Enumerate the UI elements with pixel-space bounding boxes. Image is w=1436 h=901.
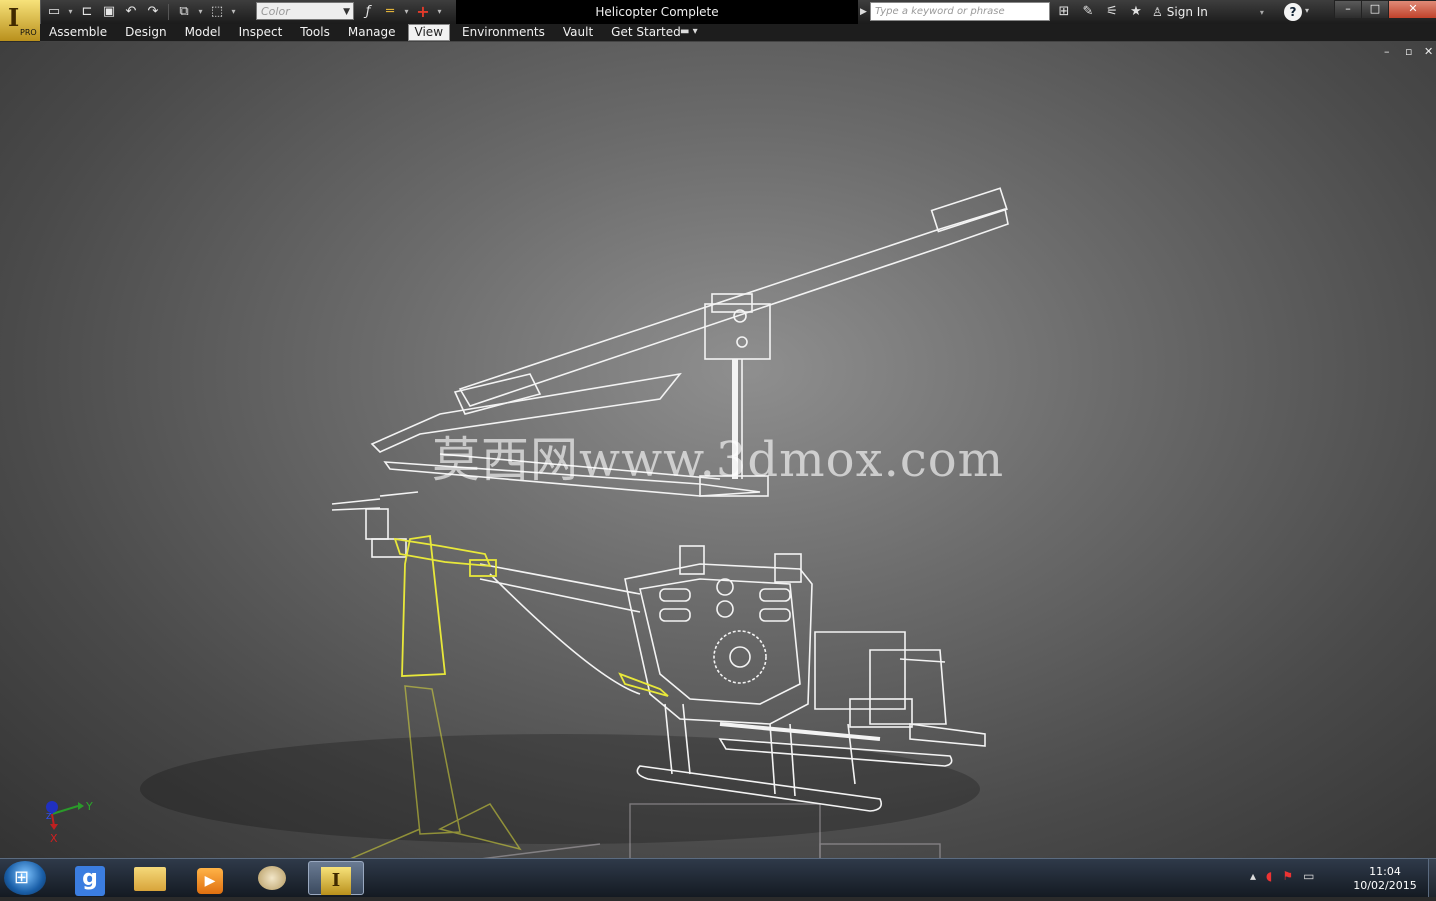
main-gear <box>713 630 767 684</box>
x-axis-label: X <box>50 832 58 845</box>
open-icon[interactable]: ⊏ <box>77 3 97 21</box>
volume-muted-icon[interactable]: ◖ <box>1266 869 1272 883</box>
help-search-input[interactable]: Type a keyword or phrase <box>870 2 1050 21</box>
undo-icon[interactable]: ↶ <box>121 3 141 21</box>
tail-fin-selected[interactable] <box>393 534 669 697</box>
formula-icon[interactable]: ƒ <box>358 3 378 21</box>
helicopter-wireframe <box>331 187 1009 812</box>
tab-inspect[interactable]: Inspect <box>230 24 292 41</box>
action-center-icon[interactable]: ⚑ <box>1282 869 1293 883</box>
application-menu-button[interactable]: I PRO <box>0 0 41 41</box>
quick-access-toolbar-extra: ƒ ═ ▾ + ▾ <box>358 2 444 22</box>
explorer-icon[interactable] <box>122 861 178 895</box>
tab-view[interactable]: View <box>407 24 451 41</box>
ribbon-tabs: Assemble Design Model Inspect Tools Mana… <box>40 24 1436 41</box>
help-icon[interactable]: ? <box>1284 3 1302 21</box>
ground-shadow <box>140 734 980 844</box>
satellite-icon[interactable]: ⚟ <box>1102 3 1122 21</box>
z-axis-label: Z <box>46 812 52 821</box>
customize-dropdown-icon[interactable]: ▾ <box>435 3 444 21</box>
pro-badge: PRO <box>20 28 37 37</box>
tab-get-started[interactable]: Get Started <box>602 24 690 41</box>
tab-vault[interactable]: Vault <box>554 24 602 41</box>
new-dropdown-icon[interactable]: ▾ <box>66 3 75 21</box>
windows-logo-icon: ⊞ <box>14 867 30 888</box>
rotor-blade-tip <box>453 373 542 415</box>
show-hidden-icon[interactable]: ▴ <box>1250 869 1256 883</box>
chrome-icon[interactable]: g <box>62 861 118 896</box>
tab-assemble[interactable]: Assemble <box>40 24 116 41</box>
nose-accessory <box>909 723 986 747</box>
user-icon: ♙ <box>1152 5 1163 19</box>
show-desktop-button[interactable] <box>1428 859 1436 897</box>
graphics-viewport[interactable]: – ▫ ✕ 莫西网www.3dmox.com Y X Z <box>0 42 1436 858</box>
separator <box>168 4 169 20</box>
battery-pack <box>814 631 906 710</box>
start-button[interactable]: ⊞ <box>4 861 46 895</box>
sign-in-label: Sign In <box>1166 5 1208 19</box>
tab-model[interactable]: Model <box>176 24 230 41</box>
media-player-icon[interactable]: ▶ <box>182 861 238 895</box>
star-icon[interactable]: ★ <box>1126 3 1146 21</box>
quick-access-toolbar: ▭ ▾ ⊏ ▣ ↶ ↷ ⧉ ▾ ⬚ ▾ <box>44 2 238 22</box>
help-dropdown-icon[interactable]: ▾ <box>1305 6 1309 15</box>
y-axis-label: Y <box>85 800 93 813</box>
color-combo-text: Color <box>261 5 290 18</box>
sign-in-button[interactable]: ♙ Sign In ▾ <box>1152 2 1264 22</box>
line-weight-icon[interactable]: ═ <box>380 3 400 21</box>
inventor-icon[interactable]: I <box>308 861 364 895</box>
window-controls: – □ ✕ <box>1334 0 1436 20</box>
view-triad: Y X Z <box>46 800 93 845</box>
tail-rotor <box>331 491 419 511</box>
inventor-logo-icon: I <box>8 3 20 32</box>
watermark-text: 莫西网www.3dmox.com <box>432 432 1005 488</box>
redo-icon[interactable]: ↷ <box>143 3 163 21</box>
select-icon[interactable]: ⬚ <box>207 3 227 21</box>
window-title: Helicopter Complete <box>595 5 719 19</box>
select-dropdown-icon[interactable]: ▾ <box>229 3 238 21</box>
minimize-button[interactable]: – <box>1335 1 1361 18</box>
clock-time: 11:04 <box>1369 865 1401 878</box>
clock-date: 10/02/2015 <box>1353 879 1417 892</box>
search-expand-icon[interactable]: ▶ <box>860 4 870 20</box>
tab-manage[interactable]: Manage <box>339 24 405 41</box>
return-dropdown-icon[interactable]: ▾ <box>196 3 205 21</box>
windows-taskbar: ⊞ g ▶ I ▴ ◖ ⚑ ▭ 11:04 10/02/2015 <box>0 858 1436 897</box>
tab-environments[interactable]: Environments <box>453 24 554 41</box>
save-icon[interactable]: ▣ <box>99 3 119 21</box>
system-tray: ▴ ◖ ⚑ ▭ <box>1250 869 1314 883</box>
chevron-down-icon[interactable]: ▼ <box>343 3 350 21</box>
sign-in-dropdown-icon[interactable]: ▾ <box>1260 8 1264 17</box>
line-weight-dropdown-icon[interactable]: ▾ <box>402 3 411 21</box>
color-override-combo[interactable]: Color ▼ <box>256 2 354 20</box>
close-button[interactable]: ✕ <box>1388 1 1436 18</box>
new-icon[interactable]: ▭ <box>44 3 64 21</box>
rotor-weight <box>930 187 1008 233</box>
title-bar: I PRO ▭ ▾ ⊏ ▣ ↶ ↷ ⧉ ▾ ⬚ ▾ Color ▼ ƒ ═ ▾ … <box>0 0 1436 41</box>
tail-motor-mount[interactable] <box>469 559 497 577</box>
window-title-area: Helicopter Complete <box>456 0 858 24</box>
infocenter-toolbar: ⊞ ✎ ⚟ ★ <box>1054 2 1146 22</box>
return-icon[interactable]: ⧉ <box>174 3 194 21</box>
tab-tools[interactable]: Tools <box>291 24 339 41</box>
binoculars-icon[interactable]: ⊞ <box>1054 3 1074 21</box>
maximize-button[interactable]: □ <box>1361 1 1388 18</box>
tail-fin[interactable] <box>401 534 446 677</box>
clock[interactable]: 11:04 10/02/2015 <box>1346 865 1424 893</box>
camera-icon[interactable]: ▬ ▾ <box>680 26 698 37</box>
wrench-icon[interactable]: ✎ <box>1078 3 1098 21</box>
paint-icon[interactable] <box>244 861 300 895</box>
tab-design[interactable]: Design <box>116 24 175 41</box>
ribbon-tab-bar: Assemble Design Model Inspect Tools Mana… <box>40 24 1436 42</box>
adjust-icon[interactable]: + <box>413 3 433 21</box>
network-icon[interactable]: ▭ <box>1303 869 1314 883</box>
